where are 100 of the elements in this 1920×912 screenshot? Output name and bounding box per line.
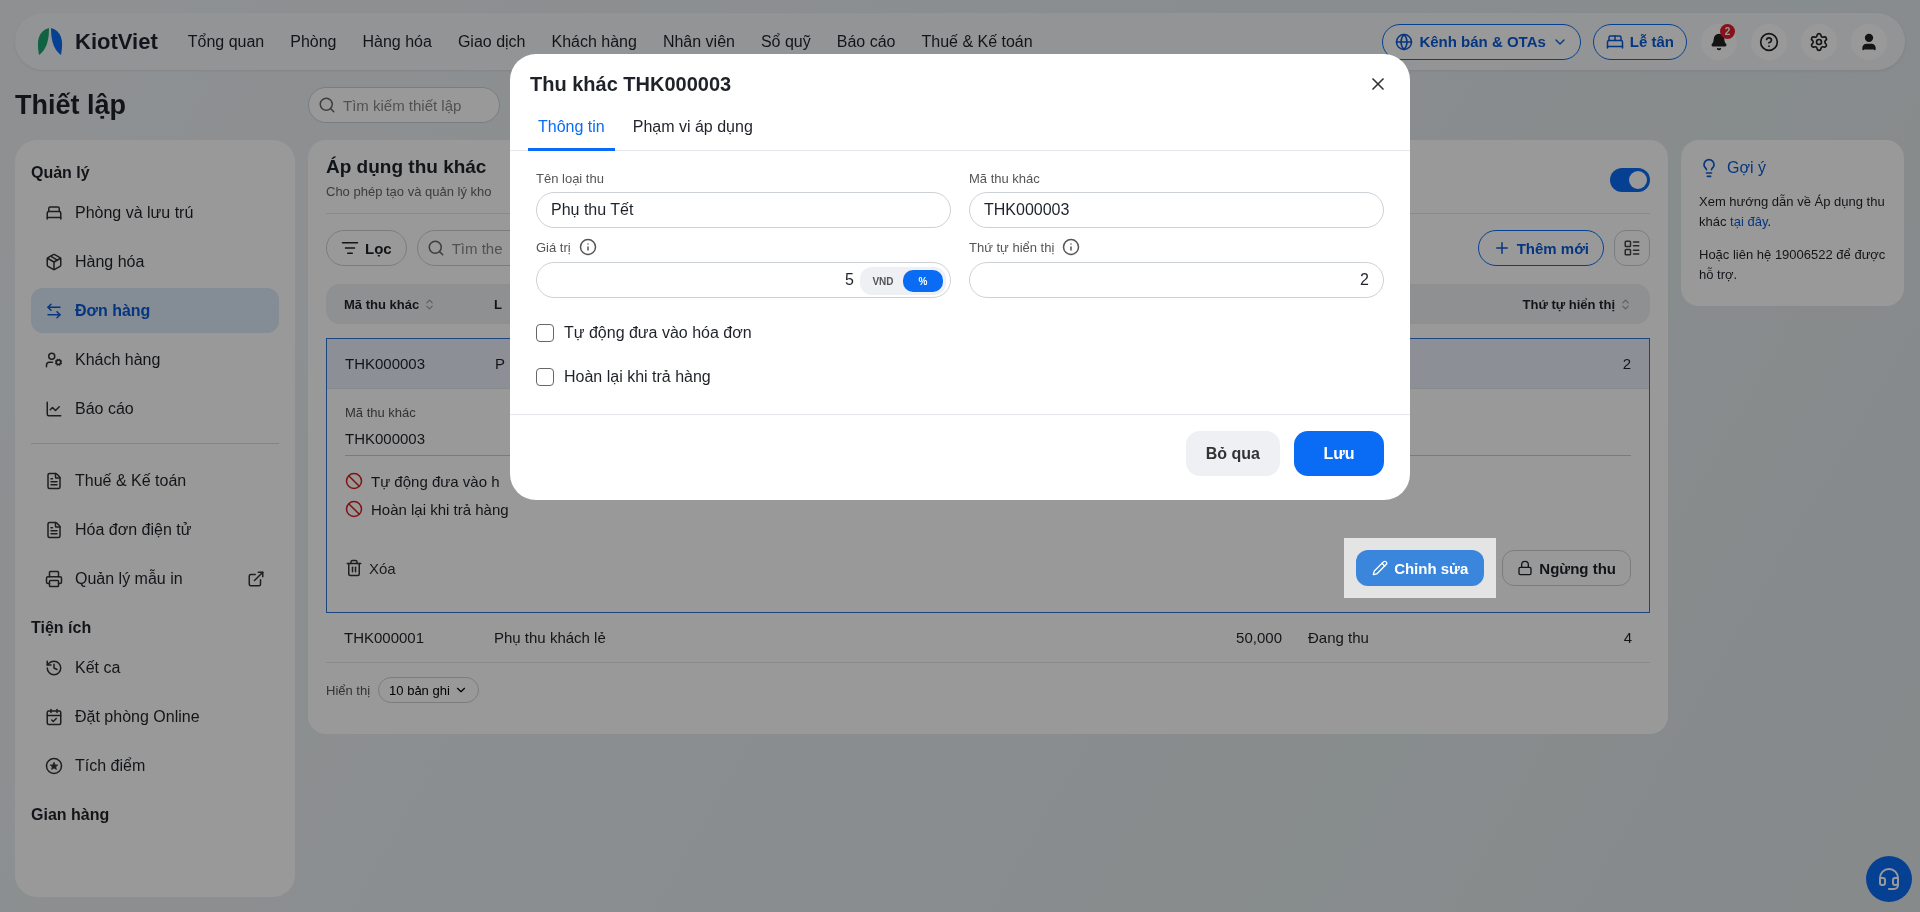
edit-button[interactable]: Chỉnh sửa <box>1356 550 1485 586</box>
filter-icon <box>341 239 359 257</box>
section-title: Áp dụng thu khác <box>326 156 488 178</box>
settings-icon <box>1809 31 1829 52</box>
settings-search-field[interactable]: Tìm kiếm thiết lập <box>308 87 500 123</box>
contact-text: Hoặc liên hệ 19006522 để được hỗ trợ. <box>1699 246 1886 284</box>
info-icon <box>578 238 597 256</box>
unit-toggle[interactable]: VND <box>863 270 903 292</box>
dialog-tab[interactable]: Phạm vi áp dụng <box>622 106 763 151</box>
help-icon <box>1759 31 1779 52</box>
table-cell: P <box>495 355 505 372</box>
list-icon <box>1623 239 1641 257</box>
table-row[interactable]: THK000001 Phụ thu khách lẻ 50,000 Đang thu 4 <box>326 613 1650 663</box>
checkbox-label: Hoàn lại khi trả hàng <box>564 368 711 386</box>
add-button[interactable]: Thêm mới <box>1477 230 1604 266</box>
sidebar-section-title: Tiện ích <box>31 619 93 637</box>
sidebar-item[interactable]: Quản lý mẫu in <box>31 556 279 601</box>
field-label: Mã thu khác <box>969 171 1041 186</box>
filter-button[interactable]: Lọc <box>326 230 407 266</box>
sidebar-item[interactable]: Khách hàng <box>31 337 279 382</box>
nav-link[interactable]: Phòng <box>290 32 337 51</box>
cancel-button[interactable]: Bỏ qua <box>1185 431 1280 476</box>
tip-text: Xem hướng dẫn về Áp dụng thu khác tại đây. <box>1699 193 1886 231</box>
code-input-field[interactable]: THK000003 <box>969 192 1384 228</box>
page-size-dropdown[interactable]: 10 bản ghi <box>378 677 479 703</box>
table-cell: THK000003 <box>345 355 426 372</box>
table-cell: Phụ thu khách lẻ <box>494 629 606 646</box>
trash-icon <box>345 559 363 577</box>
reception-button[interactable]: Lễ tân <box>1592 23 1687 60</box>
support-chat-button[interactable] <box>1866 856 1912 902</box>
calendar-icon <box>45 707 63 726</box>
notification-badge: 2 <box>1720 23 1735 39</box>
user-icon <box>1859 31 1879 52</box>
column-header[interactable]: Mã thu khác <box>344 296 494 312</box>
table-cell-text: Đang thu <box>1307 629 1369 646</box>
sidebar-item[interactable]: Báo cáo <box>31 386 279 431</box>
field-label: Thứ tự hiển thị <box>969 239 1055 255</box>
history-icon <box>45 658 63 677</box>
nav-link[interactable]: Giao dịch <box>457 32 526 51</box>
unit-toggle[interactable]: % <box>903 270 943 292</box>
channel-button[interactable]: Kênh bán & OTAs <box>1382 23 1581 60</box>
user-icon <box>45 350 63 369</box>
detail-label: Mã thu khác <box>345 405 417 420</box>
tips-title: Gợi ý <box>1727 159 1766 177</box>
printer-icon <box>45 569 63 588</box>
nav-link[interactable]: Tổng quan <box>187 32 265 51</box>
account-button[interactable] <box>1851 23 1887 60</box>
column-settings-button[interactable] <box>1614 230 1650 266</box>
sort-icon <box>1619 297 1632 311</box>
dialog-tab[interactable]: Thông tin <box>528 106 615 151</box>
sidebar-section-title: Quản lý <box>31 164 91 182</box>
page-size-label: Hiển thị <box>326 682 371 698</box>
sidebar-item[interactable]: Đơn hàng <box>31 288 279 333</box>
checkbox-label: Tự động đưa vào hóa đơn <box>564 324 752 342</box>
column-header[interactable]: Thứ tự hiển thị <box>1480 296 1632 312</box>
sidebar-item[interactable]: Hóa đơn điện tử <box>31 507 279 552</box>
order-input-field[interactable]: 2 <box>969 262 1384 298</box>
field-label: Tên loại thu <box>536 171 605 186</box>
brand-name: KiotViet <box>75 28 158 55</box>
prohibited-icon <box>345 472 363 490</box>
sidebar-item[interactable]: Hàng hóa <box>31 239 279 284</box>
document-icon <box>45 471 63 490</box>
sidebar-item[interactable]: Phòng và lưu trú <box>31 190 279 235</box>
sidebar-item[interactable]: Kết ca <box>31 645 279 690</box>
nav-link[interactable]: Sổ quỹ <box>760 32 811 51</box>
flag-label: Hoàn lại khi trả hàng <box>371 500 509 518</box>
bed-icon <box>45 203 63 222</box>
field-label: Giá trị <box>536 239 571 255</box>
chart-icon <box>45 399 63 418</box>
box-icon <box>45 252 63 271</box>
search-icon <box>318 96 336 114</box>
stop-button[interactable]: Ngừng thu <box>1502 550 1631 586</box>
delete-button[interactable]: Xóa <box>345 559 396 577</box>
name-input-field[interactable]: Phụ thu Tết <box>536 192 951 228</box>
flag-label: Tự động đưa vào h <box>371 472 500 490</box>
info-icon <box>1062 238 1081 256</box>
save-button[interactable]: Lưu <box>1294 431 1384 476</box>
nav-link[interactable]: Thuế & Kế toán <box>921 32 1033 51</box>
sidebar-item[interactable]: Thuế & Kế toán <box>31 458 279 503</box>
section-description: Cho phép tạo và quản lý kho <box>326 184 492 199</box>
external-link-icon <box>247 569 265 588</box>
help-button[interactable] <box>1751 23 1787 60</box>
nav-link[interactable]: Nhân viên <box>662 32 735 51</box>
nav-link[interactable]: Khách hàng <box>551 32 637 51</box>
headset-icon <box>1877 867 1901 891</box>
sidebar-item[interactable]: Tích điểm <box>31 743 279 788</box>
page-title: Thiết lập <box>15 89 127 121</box>
enable-switch[interactable] <box>1610 168 1650 192</box>
table-cell: 50,000 <box>1236 629 1282 646</box>
settings-button[interactable] <box>1801 23 1837 60</box>
pencil-icon <box>1372 560 1389 576</box>
table-cell: THK000001 <box>344 629 425 646</box>
checkbox[interactable] <box>536 368 554 386</box>
prohibited-icon <box>345 500 363 518</box>
nav-link[interactable]: Báo cáo <box>836 32 896 51</box>
table-cell: 2 <box>1622 355 1631 372</box>
notification-button[interactable]: 2 <box>1701 23 1737 60</box>
nav-link[interactable]: Hàng hóa <box>362 32 432 51</box>
checkbox[interactable] <box>536 324 554 342</box>
sidebar-item[interactable]: Đặt phòng Online <box>31 694 279 739</box>
